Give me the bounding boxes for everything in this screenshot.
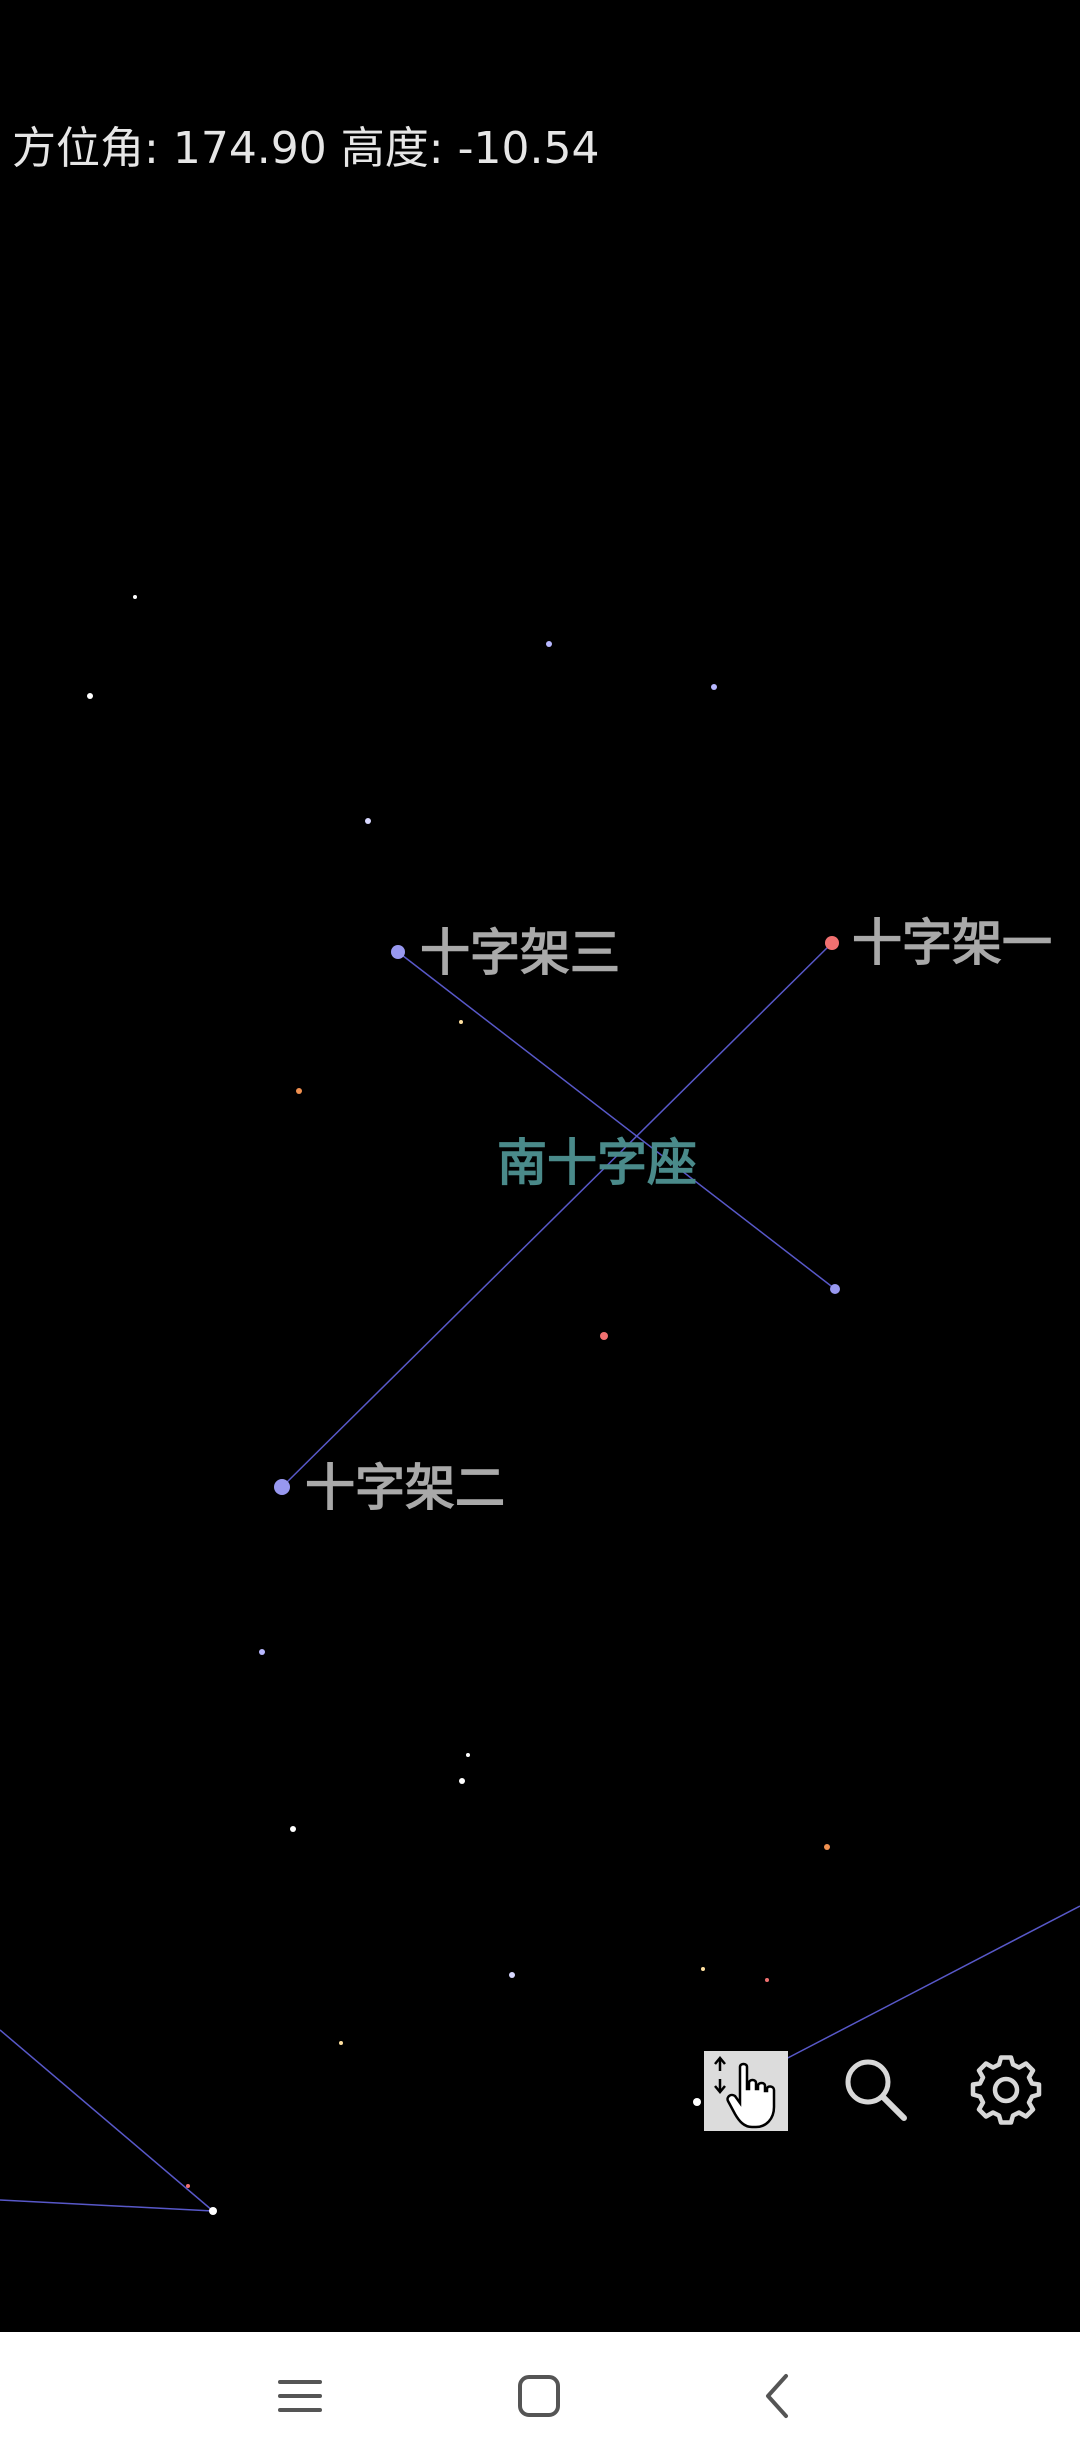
star-label-beta: 十字架三 <box>420 924 620 982</box>
star[interactable] <box>339 2041 343 2045</box>
search-icon <box>845 2059 907 2121</box>
star-alpha-crucis[interactable] <box>825 936 839 950</box>
star[interactable] <box>365 818 371 824</box>
star[interactable] <box>209 2207 217 2215</box>
azimuth-label: 方位角: <box>12 123 159 174</box>
home-square-icon <box>518 2375 560 2417</box>
star[interactable] <box>466 1753 470 1757</box>
star[interactable] <box>711 684 717 690</box>
home-button[interactable] <box>499 2356 579 2436</box>
constellation-line-alpha-gamma <box>281 942 833 1488</box>
star-gamma-crucis[interactable] <box>274 1479 290 1495</box>
star[interactable] <box>546 641 552 647</box>
star-label-gamma: 十字架二 <box>305 1459 505 1517</box>
drag-pointer-icon <box>714 2056 776 2129</box>
star[interactable] <box>186 2184 190 2188</box>
altitude-value: -10.54 <box>457 123 600 174</box>
recent-apps-button[interactable] <box>260 2356 340 2436</box>
constellation-line-beta-delta <box>397 951 836 1290</box>
star-delta-crucis[interactable] <box>830 1284 840 1294</box>
star[interactable] <box>87 693 93 699</box>
star[interactable] <box>459 1020 463 1024</box>
star[interactable] <box>459 1778 465 1784</box>
star[interactable] <box>600 1332 608 1340</box>
star[interactable] <box>259 1649 265 1655</box>
star[interactable] <box>296 1088 302 1094</box>
star-beta-crucis[interactable] <box>391 945 405 959</box>
star[interactable] <box>133 595 137 599</box>
sky-canvas[interactable]: 十字架一 十字架三 十字架二 南十字座 <box>0 0 1080 2330</box>
azimuth-value: 174.90 <box>172 123 327 174</box>
back-button[interactable] <box>738 2356 818 2436</box>
drag-mode-button[interactable] <box>704 2051 788 2131</box>
coordinate-readout: 方位角: 174.90 高度: -10.54 <box>12 112 599 176</box>
back-chevron-icon <box>766 2374 788 2418</box>
constellation-line-bottom-left-a <box>0 2029 214 2212</box>
settings-button[interactable] <box>966 2050 1046 2130</box>
system-navigation-bar <box>0 2332 1080 2460</box>
star[interactable] <box>824 1844 830 1850</box>
star-label-alpha: 十字架一 <box>852 914 1052 972</box>
star[interactable] <box>701 1967 705 1971</box>
star[interactable] <box>509 1972 515 1978</box>
altitude-label: 高度: <box>340 123 444 174</box>
menu-icon <box>278 2380 322 2412</box>
search-button[interactable] <box>836 2050 916 2130</box>
star[interactable] <box>765 1978 769 1982</box>
star[interactable] <box>693 2098 701 2106</box>
constellation-line-bottom-right <box>779 1905 1080 2063</box>
star[interactable] <box>290 1826 296 1832</box>
constellation-label: 南十字座 <box>497 1134 697 1192</box>
constellation-line-bottom-left-b <box>0 2199 214 2212</box>
gear-icon <box>970 2055 1042 2125</box>
sky-map-screen: 十字架一 十字架三 十字架二 南十字座 方位角: 174.90 高度: -10.… <box>0 0 1080 2460</box>
